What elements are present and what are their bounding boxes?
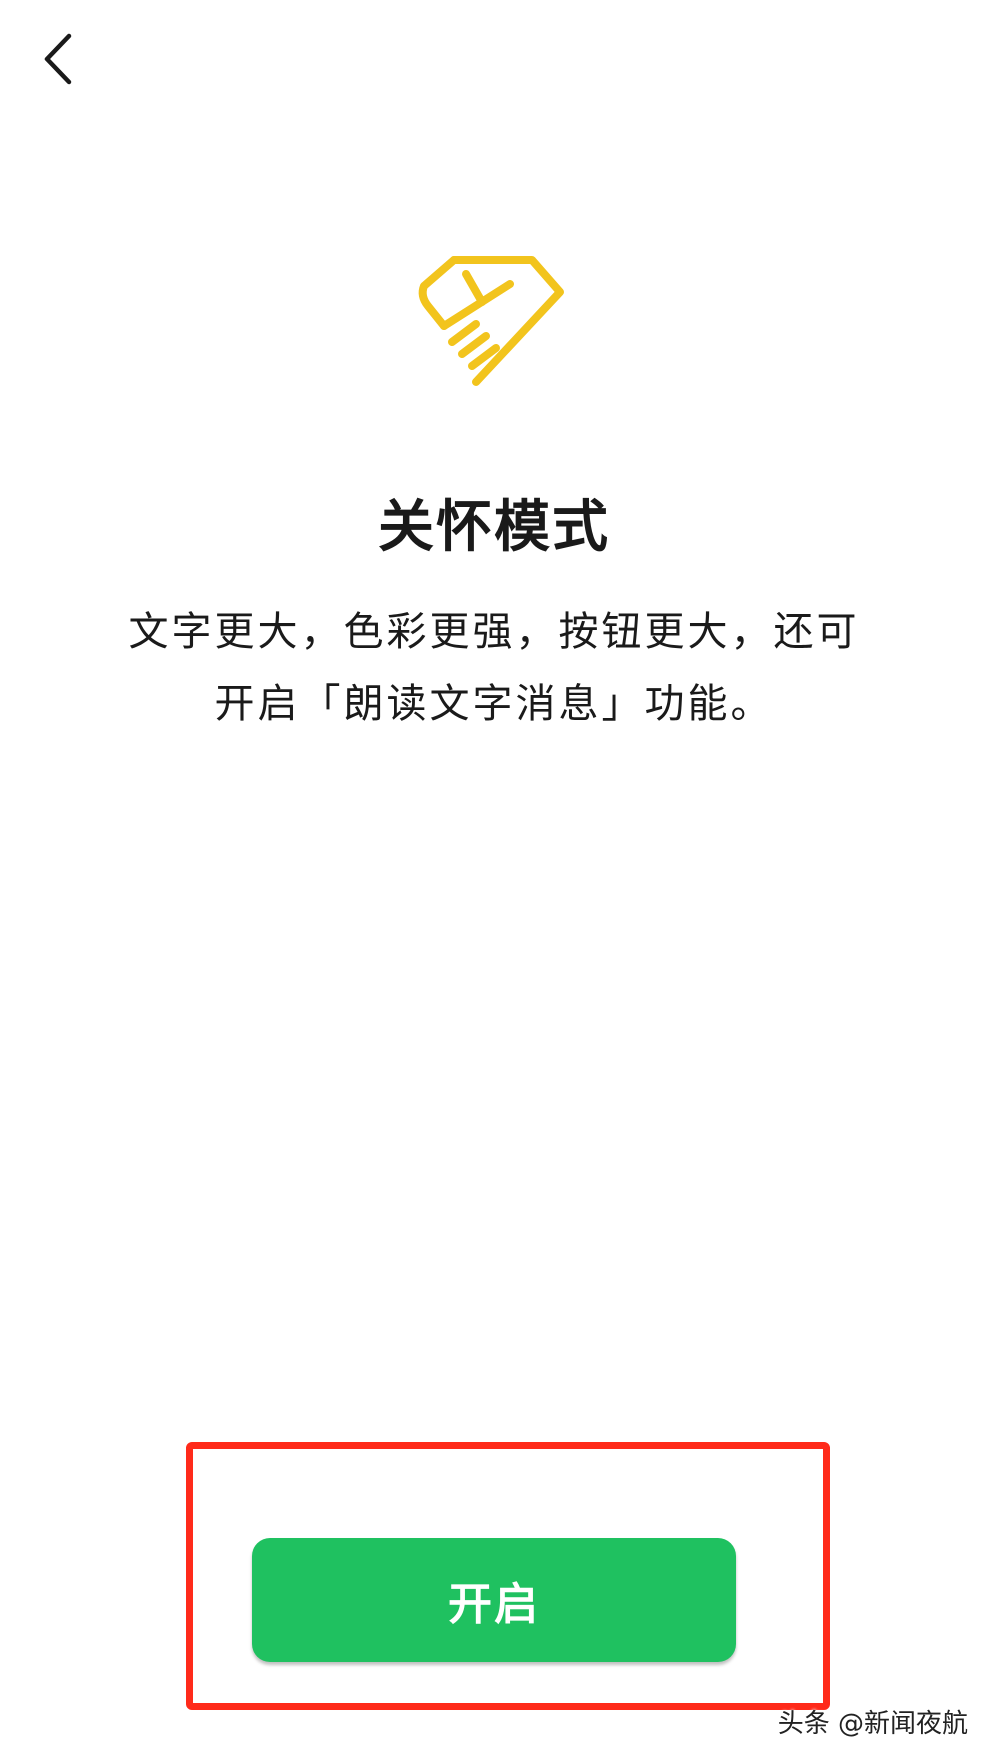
description: 文字更大，色彩更强，按钮更大，还可 开启「朗读文字消息」功能。 [90, 596, 898, 740]
page-title: 关怀模式 [378, 495, 610, 560]
description-line-1: 文字更大，色彩更强，按钮更大，还可 [128, 609, 860, 655]
back-button[interactable] [28, 24, 88, 94]
enable-button[interactable]: 开启 [252, 1538, 736, 1662]
care-heart-hands-icon [418, 256, 564, 386]
chevron-left-icon [44, 33, 72, 85]
watermark: 头条 @新闻夜航 [777, 1709, 968, 1739]
description-line-2: 开启「朗读文字消息」功能。 [214, 681, 774, 727]
